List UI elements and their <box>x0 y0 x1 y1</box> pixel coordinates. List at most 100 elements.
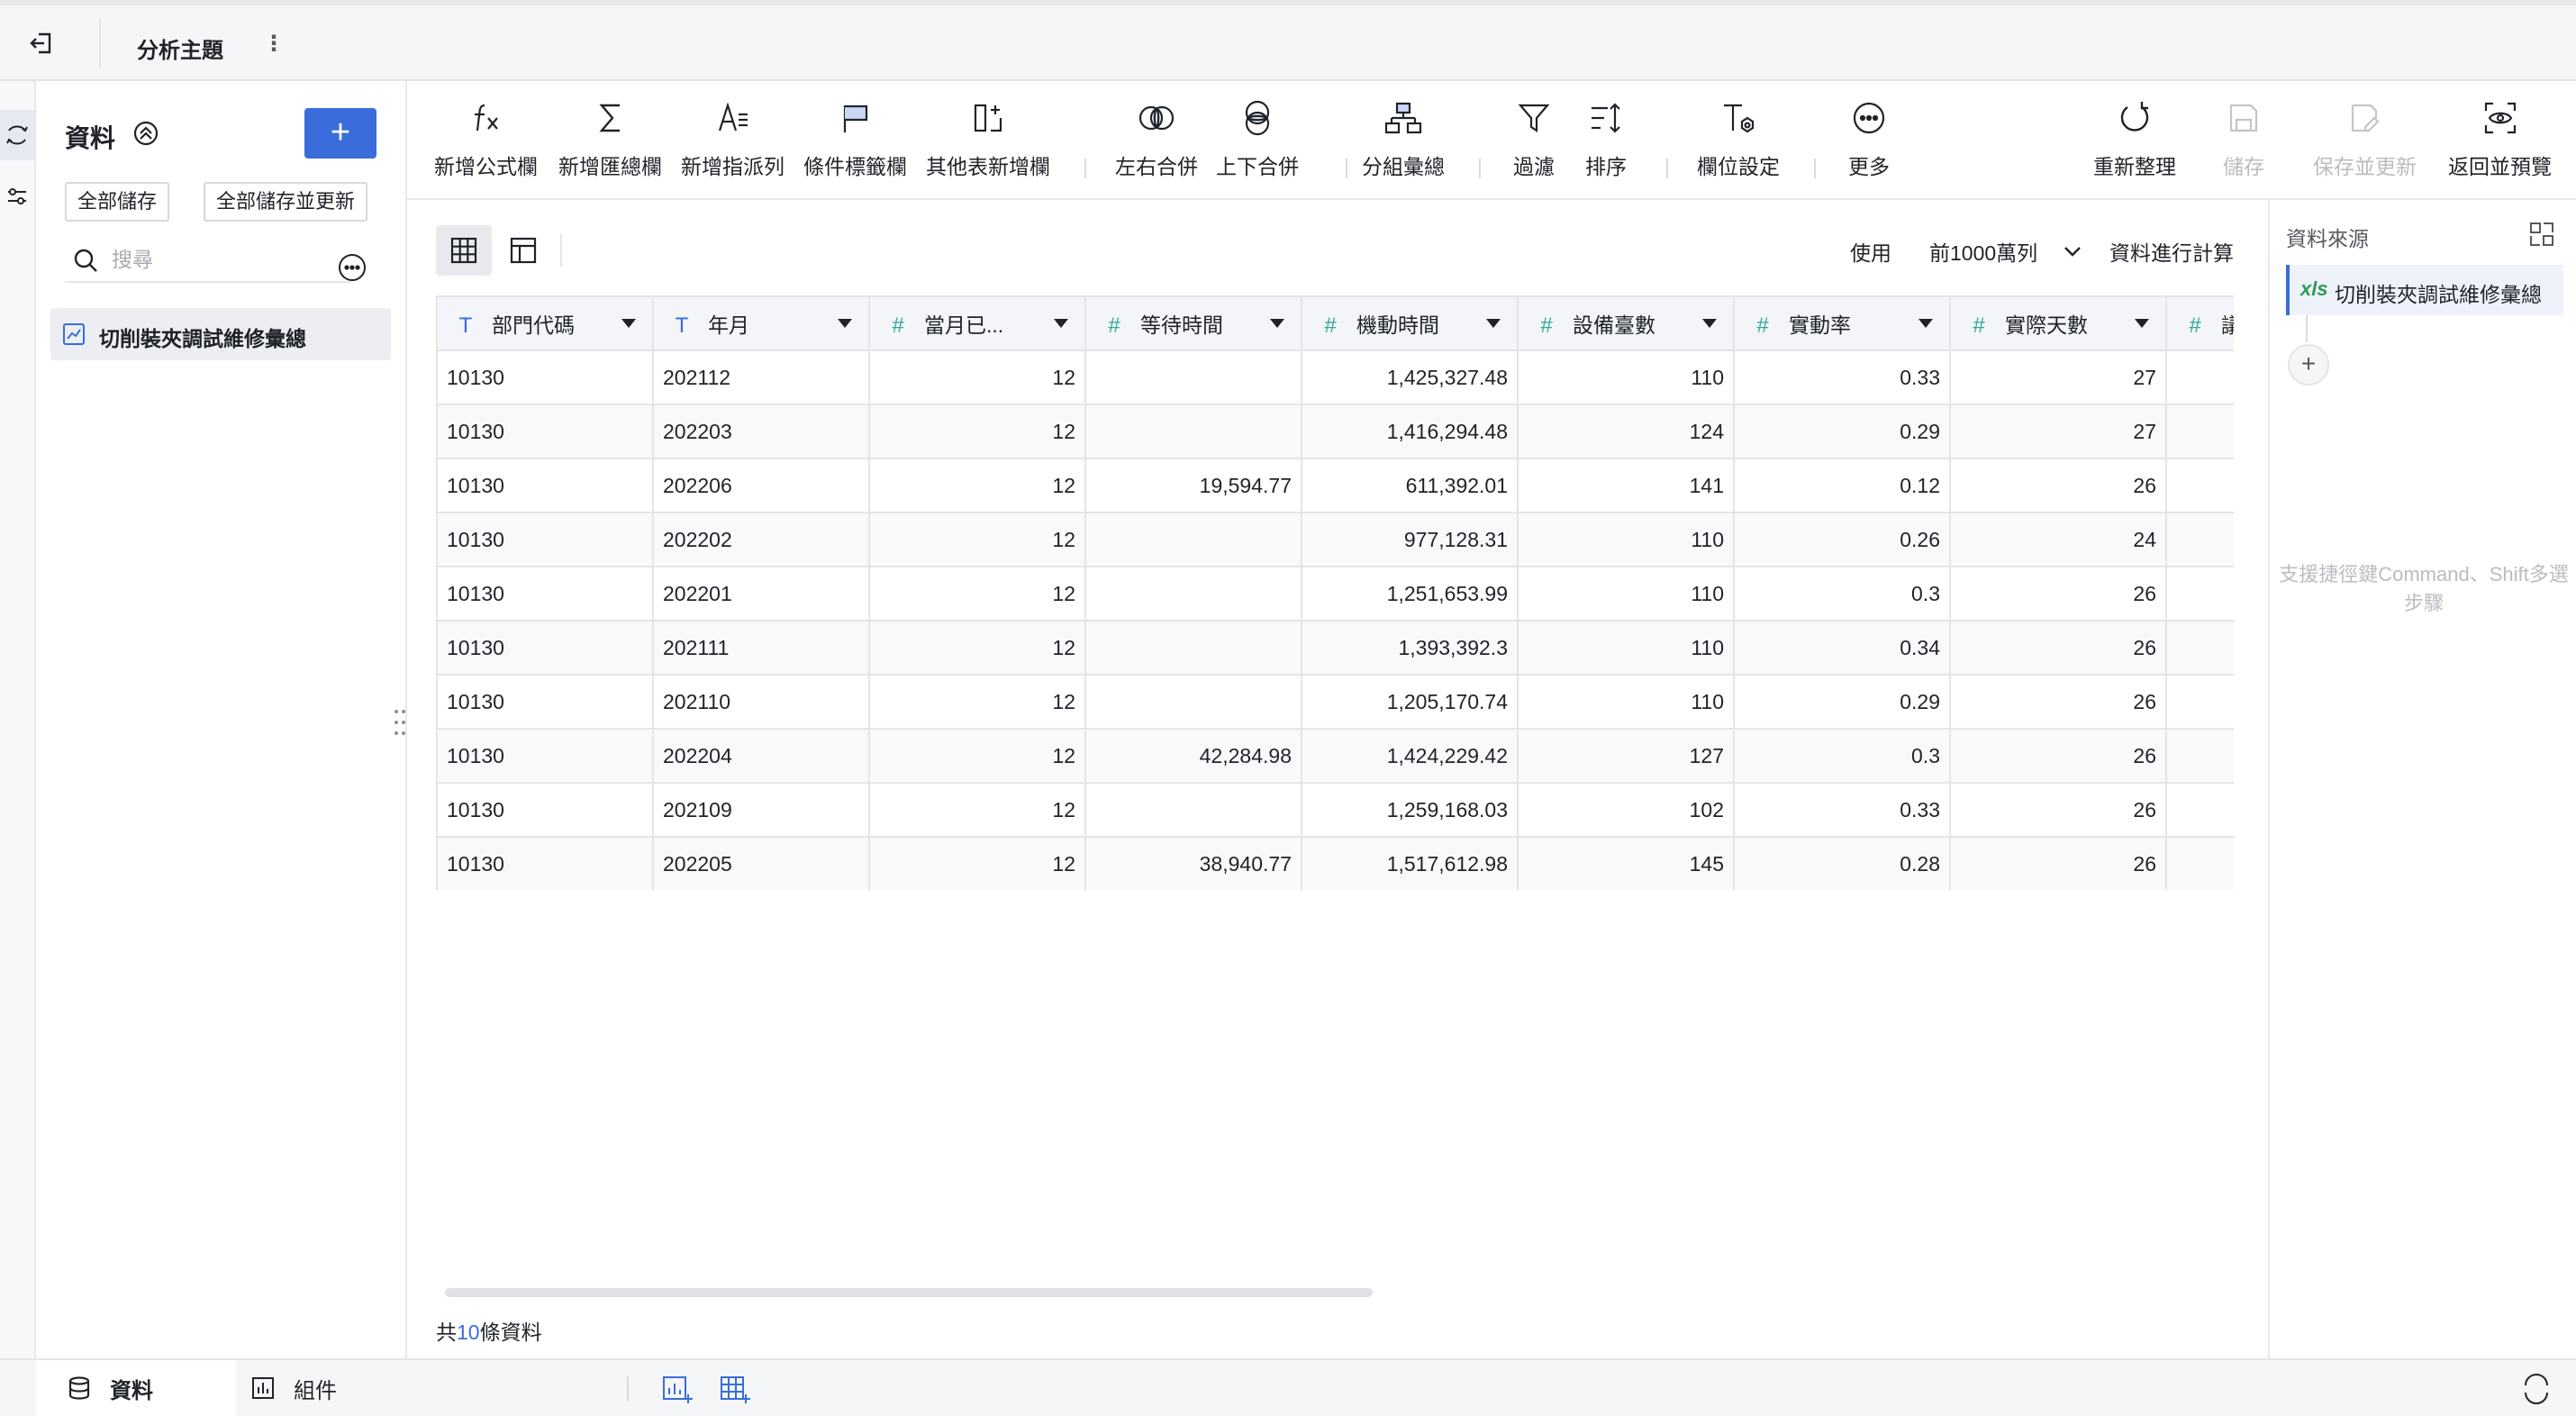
table-cell[interactable] <box>1084 566 1302 622</box>
sort-button[interactable]: 排序 <box>1585 97 1627 187</box>
column-header[interactable]: T 部門代碼 <box>436 295 654 351</box>
tab-component[interactable]: 組件 <box>250 1360 431 1416</box>
table-cell[interactable]: 26 <box>1949 620 2167 676</box>
table-cell[interactable]: 26 <box>1949 836 2167 890</box>
table-cell[interactable]: 145 <box>1517 836 1735 890</box>
table-cell[interactable]: 26 <box>1949 566 2167 622</box>
table-cell[interactable]: 10130 <box>436 404 654 459</box>
table-cell[interactable] <box>2165 458 2234 513</box>
table-cell[interactable] <box>1084 349 1302 405</box>
column-header[interactable]: # 實動率 <box>1733 295 1951 351</box>
table-row[interactable]: 10130 202202 12 977,128.31 110 0.26 24 <box>436 512 2234 567</box>
table-row[interactable]: 10130 202206 12 19,594.77 611,392.01 141 0.12 2… <box>436 458 2234 513</box>
table-cell[interactable]: 0.28 <box>1733 836 1951 890</box>
table-cell[interactable]: 110 <box>1517 620 1735 676</box>
table-row[interactable]: 10130 202110 12 1,205,170.74 110 0.29 26 <box>436 674 2234 730</box>
table-cell[interactable]: 38,940.77 <box>1084 836 1302 890</box>
layout-switch-icon[interactable] <box>2527 220 2556 249</box>
add-chart-icon[interactable] <box>661 1373 694 1405</box>
table-cell[interactable] <box>1084 512 1302 567</box>
group-summary-button[interactable]: 分組彙總 <box>1362 97 1445 187</box>
save-update-button[interactable]: 保存並更新 <box>2313 97 2417 187</box>
grid-view-toggle[interactable] <box>436 225 492 276</box>
table-cell[interactable]: 1,424,229.42 <box>1301 728 1519 784</box>
table-row[interactable]: 10130 202203 12 1,416,294.48 124 0.29 27 <box>436 404 2234 459</box>
table-cell[interactable]: 0.33 <box>1733 782 1951 838</box>
table-cell[interactable]: 27 <box>1949 404 2167 459</box>
table-cell[interactable]: 110 <box>1517 674 1735 730</box>
table-cell[interactable] <box>2165 836 2234 890</box>
table-cell[interactable]: 977,128.31 <box>1301 512 1519 567</box>
dataset-item[interactable]: 切削裝夾調試維修彙總 <box>50 308 391 360</box>
table-cell[interactable] <box>2165 620 2234 676</box>
column-menu-caret-icon[interactable] <box>838 319 852 328</box>
table-cell[interactable]: 19,594.77 <box>1084 458 1302 513</box>
column-menu-caret-icon[interactable] <box>2135 319 2149 328</box>
table-cell[interactable]: 102 <box>1517 782 1735 838</box>
table-cell[interactable]: 10130 <box>436 566 654 622</box>
table-cell[interactable]: 1,425,327.48 <box>1301 349 1519 405</box>
save-button[interactable]: 儲存 <box>2223 97 2264 187</box>
table-cell[interactable] <box>2165 349 2234 405</box>
column-menu-caret-icon[interactable] <box>1270 319 1284 328</box>
filter-button[interactable]: 過濾 <box>1513 97 1555 187</box>
rail-settings[interactable] <box>0 171 34 222</box>
return-preview-button[interactable]: 返回並預覽 <box>2448 97 2552 187</box>
horizontal-scrollbar[interactable] <box>445 1288 1373 1297</box>
table-cell[interactable]: 141 <box>1517 458 1735 513</box>
save-all-button[interactable]: 全部儲存 <box>65 182 170 222</box>
table-cell[interactable]: 1,251,653.99 <box>1301 566 1519 622</box>
table-cell[interactable]: 1,393,392.3 <box>1301 620 1519 676</box>
table-cell[interactable]: 202111 <box>652 620 870 676</box>
table-cell[interactable]: 12 <box>868 349 1086 405</box>
table-cell[interactable]: 10130 <box>436 620 654 676</box>
table-cell[interactable]: 127 <box>1517 728 1735 784</box>
table-cell[interactable]: 202206 <box>652 458 870 513</box>
table-cell[interactable]: 202109 <box>652 782 870 838</box>
add-assign-button[interactable]: 新增指派列 <box>681 97 785 187</box>
column-header[interactable]: # 當月已... <box>868 295 1086 351</box>
table-row[interactable]: 10130 202109 12 1,259,168.03 102 0.33 26 <box>436 782 2234 838</box>
table-cell[interactable]: 1,259,168.03 <box>1301 782 1519 838</box>
column-header[interactable]: # 實際天數 <box>1949 295 2167 351</box>
table-cell[interactable]: 10130 <box>436 782 654 838</box>
add-table-icon[interactable] <box>719 1373 751 1405</box>
table-cell[interactable]: 26 <box>1949 782 2167 838</box>
table-cell[interactable]: 0.34 <box>1733 620 1951 676</box>
table-cell[interactable]: 202112 <box>652 349 870 405</box>
table-cell[interactable]: 1,205,170.74 <box>1301 674 1519 730</box>
rows-select[interactable]: 前1000萬列 <box>1920 225 2091 276</box>
table-row[interactable]: 10130 202204 12 42,284.98 1,424,229.42 127 0.3… <box>436 728 2234 784</box>
add-summary-button[interactable]: 新增匯總欄 <box>558 97 662 187</box>
table-cell[interactable]: 202204 <box>652 728 870 784</box>
refresh-button[interactable]: 重新整理 <box>2093 97 2176 187</box>
tab-data[interactable]: 資料 <box>36 1360 236 1416</box>
table-cell[interactable]: 202205 <box>652 836 870 890</box>
layout-view-toggle[interactable] <box>495 225 551 276</box>
table-row[interactable]: 10130 202111 12 1,393,392.3 110 0.34 26 <box>436 620 2234 676</box>
table-cell[interactable]: 10130 <box>436 674 654 730</box>
table-cell[interactable] <box>2165 674 2234 730</box>
fullscreen-icon[interactable] <box>2520 1373 2553 1405</box>
table-cell[interactable]: 0.12 <box>1733 458 1951 513</box>
ud-merge-button[interactable]: 上下合併 <box>1216 97 1299 187</box>
table-cell[interactable] <box>1084 782 1302 838</box>
condition-tag-button[interactable]: 條件標籤欄 <box>803 97 907 187</box>
lr-merge-button[interactable]: 左右合併 <box>1115 97 1198 187</box>
table-cell[interactable] <box>2165 404 2234 459</box>
column-header[interactable]: #議 <box>2165 295 2234 351</box>
more-circle-icon[interactable] <box>337 252 367 283</box>
table-cell[interactable]: 202203 <box>652 404 870 459</box>
field-settings-button[interactable]: 欄位設定 <box>1697 97 1780 187</box>
table-cell[interactable]: 12 <box>868 620 1086 676</box>
collapse-up-icon[interactable] <box>132 119 160 148</box>
table-cell[interactable]: 202110 <box>652 674 870 730</box>
table-cell[interactable]: 611,392.01 <box>1301 458 1519 513</box>
column-menu-caret-icon[interactable] <box>1702 319 1717 328</box>
table-cell[interactable]: 26 <box>1949 458 2167 513</box>
table-cell[interactable]: 12 <box>868 728 1086 784</box>
table-cell[interactable] <box>2165 512 2234 567</box>
table-cell[interactable]: 110 <box>1517 566 1735 622</box>
column-header[interactable]: # 機動時間 <box>1301 295 1519 351</box>
rail-data-prep[interactable] <box>0 110 34 160</box>
